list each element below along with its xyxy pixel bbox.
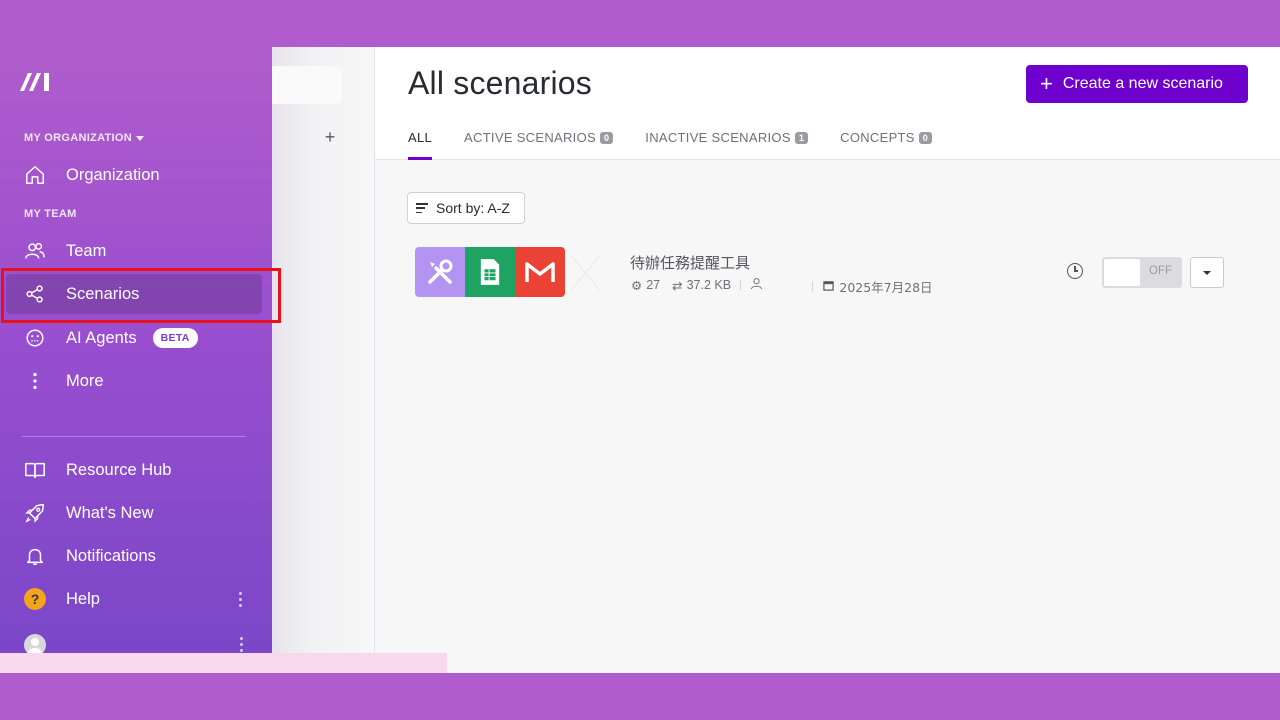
- sidebar-item-resource-hub[interactable]: Resource Hub: [6, 450, 262, 490]
- beta-badge: BETA: [152, 328, 198, 348]
- sidebar-item-ai-agents[interactable]: AI Agents BETA: [6, 318, 262, 358]
- calendar-icon: [823, 279, 835, 294]
- share-icon: [24, 283, 46, 305]
- sidebar: MY ORGANIZATION Organization MY TEAM Tea…: [0, 47, 272, 656]
- tab-active-scenarios[interactable]: ACTIVE SCENARIOS 0: [464, 127, 614, 160]
- app-window: + All scenarios + Create a new scenario …: [0, 47, 1280, 673]
- sidebar-item-label: Help: [66, 589, 100, 608]
- scenario-tabs: ALL ACTIVE SCENARIOS 0 INACTIVE SCENARIO…: [408, 127, 964, 160]
- outer-frame-top: [0, 0, 1280, 47]
- book-icon: [24, 459, 46, 481]
- bell-icon: [24, 545, 46, 567]
- sidebar-item-label: Notifications: [66, 546, 156, 565]
- plus-icon: +: [1040, 71, 1053, 96]
- scenario-toggle[interactable]: OFF: [1102, 257, 1182, 288]
- tab-label: ALL: [408, 130, 433, 145]
- tab-concepts[interactable]: CONCEPTS 0: [840, 127, 933, 160]
- sidebar-item-notifications[interactable]: Notifications: [6, 536, 262, 576]
- user-more-icon[interactable]: [240, 637, 243, 652]
- sidebar-item-more[interactable]: More: [6, 361, 262, 401]
- tab-label: CONCEPTS: [840, 130, 915, 145]
- make-logo-icon[interactable]: [18, 69, 54, 93]
- scenario-row[interactable]: 待辦任務提醒工具 ⚙ 27 ⇄ 37.2 KB | | 2025年7月28日 O…: [415, 247, 1235, 299]
- sidebar-item-organization[interactable]: Organization: [6, 155, 262, 195]
- sidebar-item-label: What's New: [66, 503, 154, 522]
- help-icon: ?: [24, 588, 46, 610]
- tab-label: ACTIVE SCENARIOS: [464, 130, 596, 145]
- scenario-date: | 2025年7月28日: [807, 277, 933, 296]
- tab-inactive-scenarios[interactable]: INACTIVE SCENARIOS 1: [645, 127, 809, 160]
- sidebar-item-label: More: [66, 371, 104, 390]
- main-content: All scenarios + Create a new scenario AL…: [375, 47, 1280, 673]
- people-icon: [24, 240, 46, 262]
- chevron-down-icon: [135, 135, 144, 141]
- bottom-banner: [0, 653, 447, 673]
- add-folder-button[interactable]: +: [322, 127, 338, 148]
- sidebar-item-label: Organization: [66, 165, 160, 184]
- sort-icon: [416, 203, 428, 213]
- scenario-options-dropdown[interactable]: [1190, 257, 1224, 288]
- tab-all[interactable]: ALL: [408, 127, 433, 160]
- sidebar-item-help[interactable]: ? Help: [6, 579, 262, 619]
- chevron-down-icon: [1203, 270, 1211, 275]
- sidebar-item-label: Team: [66, 241, 107, 260]
- transfer-icon: ⇄: [672, 278, 683, 293]
- sidebar-item-label: Resource Hub: [66, 460, 172, 479]
- data-size: 37.2 KB: [686, 278, 732, 292]
- sidebar-item-whats-new[interactable]: What's New: [6, 493, 262, 533]
- meta-divider: |: [811, 281, 815, 292]
- operations-icon: ⚙: [631, 278, 643, 293]
- sidebar-divider: [22, 436, 246, 437]
- scenario-meta: ⚙ 27 ⇄ 37.2 KB |: [631, 277, 763, 293]
- sidebar-item-team[interactable]: Team: [6, 231, 262, 271]
- google-sheets-icon: [465, 247, 515, 297]
- sidebar-item-scenarios[interactable]: Scenarios: [6, 274, 262, 314]
- sidebar-item-label: AI Agents: [66, 328, 137, 347]
- section-label-text: MY TEAM: [24, 208, 77, 220]
- user-icon: [750, 277, 763, 293]
- date-value: 2025年7月28日: [839, 280, 933, 295]
- tab-label: INACTIVE SCENARIOS: [645, 130, 791, 145]
- team-section-label: MY TEAM: [24, 208, 77, 220]
- meta-divider: |: [739, 279, 742, 291]
- scenario-name[interactable]: 待辦任務提醒工具: [630, 252, 750, 273]
- home-icon: [24, 164, 46, 186]
- schedule-clock-icon[interactable]: [1067, 263, 1083, 279]
- sort-button[interactable]: Sort by: A-Z: [407, 192, 525, 224]
- empty-module-placeholder: [565, 247, 605, 297]
- sidebar-item-label: Scenarios: [66, 284, 140, 303]
- org-section-label[interactable]: MY ORGANIZATION: [24, 132, 144, 144]
- scenario-app-icons: [415, 247, 605, 297]
- page-header: All scenarios + Create a new scenario AL…: [375, 47, 1280, 160]
- sort-label: Sort by: A-Z: [436, 200, 510, 216]
- count-badge: 0: [918, 132, 933, 144]
- gmail-icon: [515, 247, 565, 297]
- count-badge: 1: [794, 132, 809, 144]
- folder-panel: +: [272, 47, 375, 673]
- tools-icon: [415, 247, 465, 297]
- rocket-icon: [24, 502, 46, 524]
- toggle-status: OFF: [1149, 265, 1172, 277]
- ai-agent-icon: [24, 327, 46, 349]
- create-scenario-button[interactable]: + Create a new scenario: [1026, 65, 1248, 103]
- more-vertical-icon: [24, 370, 46, 392]
- help-more-icon[interactable]: [239, 592, 242, 607]
- page-title: All scenarios: [408, 65, 593, 101]
- operations-count: 27: [646, 278, 661, 292]
- outer-frame-bottom: [0, 673, 1280, 720]
- folder-search-input[interactable]: [272, 66, 342, 104]
- create-scenario-label: Create a new scenario: [1062, 75, 1223, 92]
- count-badge: 0: [599, 132, 614, 144]
- toggle-knob: [1104, 259, 1140, 286]
- help-glyph: ?: [24, 588, 46, 610]
- section-label-text: MY ORGANIZATION: [24, 132, 132, 144]
